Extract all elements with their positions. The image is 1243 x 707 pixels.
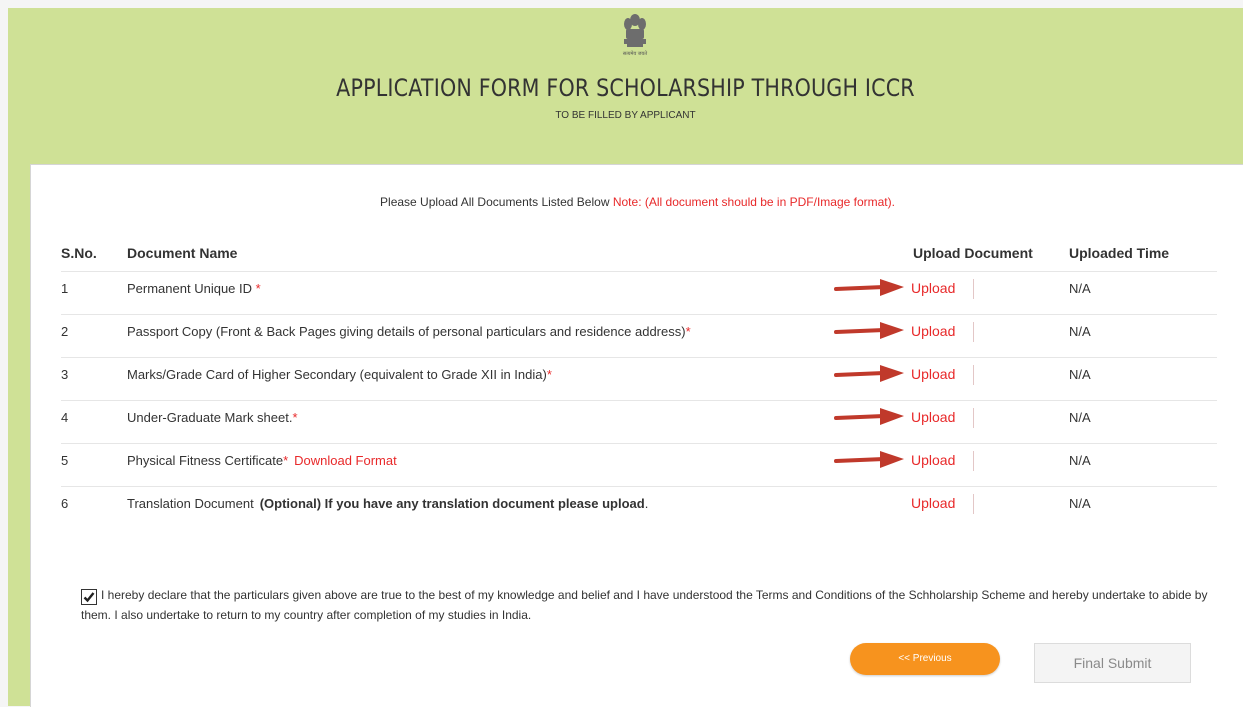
- upload-button[interactable]: Upload: [911, 280, 955, 296]
- upload-separator: [973, 365, 974, 385]
- download-format-link[interactable]: Download Format: [294, 453, 397, 468]
- arrow-right-icon: [834, 279, 904, 296]
- col-header-document-name: Document Name: [127, 245, 238, 261]
- required-marker: *: [283, 453, 289, 468]
- required-marker: *: [546, 367, 552, 382]
- arrow-right-icon: [834, 322, 904, 339]
- upload-button[interactable]: Upload: [911, 495, 955, 511]
- upload-separator: [973, 322, 974, 342]
- notice-note: Note: (All document should be in PDF/Ima…: [612, 195, 895, 209]
- upload-separator: [973, 451, 974, 471]
- row-divider: [61, 271, 1217, 272]
- svg-text:सत्यमेव जयते: सत्यमेव जयते: [623, 50, 647, 57]
- required-marker: *: [685, 324, 691, 339]
- row-uploaded-time: N/A: [1069, 453, 1091, 468]
- upload-separator: [973, 494, 974, 514]
- row-document-name: Permanent Unique ID *: [127, 281, 261, 296]
- declaration-text: I hereby declare that the particulars gi…: [81, 588, 1208, 622]
- row-sno: 4: [61, 410, 69, 425]
- row-uploaded-time: N/A: [1069, 324, 1091, 339]
- page-frame: सत्यमेव जयते APPLICATION FORM FOR SCHOLA…: [8, 8, 1243, 707]
- page-title: APPLICATION FORM FOR SCHOLARSHIP THROUGH…: [336, 74, 915, 102]
- row-uploaded-time: N/A: [1069, 367, 1091, 382]
- row-document-name: Physical Fitness Certificate* Download Fo…: [127, 453, 397, 468]
- national-emblem-icon: सत्यमेव जयते: [623, 14, 647, 57]
- row-document-name: Under-Graduate Mark sheet.*: [127, 410, 298, 425]
- notice-text: Please Upload All Documents Listed Below: [380, 195, 610, 209]
- row-document-name: Passport Copy (Front & Back Pages giving…: [127, 324, 691, 339]
- upload-button[interactable]: Upload: [911, 366, 955, 382]
- arrow-right-icon: [834, 451, 904, 468]
- row-divider: [61, 486, 1217, 487]
- row-divider: [61, 357, 1217, 358]
- document-name-text: Translation Document: [127, 496, 254, 511]
- form-header: सत्यमेव जयते APPLICATION FORM FOR SCHOLA…: [8, 8, 1243, 164]
- arrow-right-icon: [834, 365, 904, 382]
- final-submit-button[interactable]: Final Submit: [1034, 643, 1191, 683]
- required-marker: *: [252, 281, 261, 296]
- document-name-text: Passport Copy (Front & Back Pages giving…: [127, 324, 686, 339]
- upload-separator: [973, 408, 974, 428]
- upload-separator: [973, 279, 974, 299]
- upload-button[interactable]: Upload: [911, 452, 955, 468]
- row-document-name: Translation Document (Optional) If you ha…: [127, 496, 648, 511]
- period: .: [644, 496, 649, 511]
- page-subtitle: TO BE FILLED BY APPLICANT: [555, 110, 696, 121]
- row-document-name: Marks/Grade Card of Higher Secondary (eq…: [127, 367, 552, 382]
- row-divider: [61, 443, 1217, 444]
- upload-notice: Please Upload All Documents Listed Below…: [31, 195, 1243, 209]
- row-uploaded-time: N/A: [1069, 496, 1091, 511]
- upload-button[interactable]: Upload: [911, 323, 955, 339]
- document-name-text: Under-Graduate Mark sheet.: [127, 410, 293, 425]
- required-marker: *: [292, 410, 298, 425]
- row-divider: [61, 400, 1217, 401]
- col-header-upload-document: Upload Document: [913, 245, 1033, 261]
- documents-panel: Please Upload All Documents Listed Below…: [30, 164, 1243, 707]
- document-name-text: Physical Fitness Certificate: [127, 453, 284, 468]
- row-sno: 3: [61, 367, 69, 382]
- row-uploaded-time: N/A: [1069, 281, 1091, 296]
- arrow-right-icon: [834, 408, 904, 425]
- col-header-sno: S.No.: [61, 245, 97, 261]
- row-sno: 2: [61, 324, 69, 339]
- row-sno: 6: [61, 496, 69, 511]
- col-header-uploaded-time: Uploaded Time: [1069, 245, 1170, 261]
- previous-button[interactable]: << Previous: [850, 643, 1000, 675]
- row-sno: 5: [61, 453, 69, 468]
- document-name-text: Permanent Unique ID: [127, 281, 253, 296]
- upload-button[interactable]: Upload: [911, 409, 955, 425]
- row-divider: [61, 314, 1217, 315]
- row-uploaded-time: N/A: [1069, 410, 1091, 425]
- optional-note: (Optional) If you have any translation d…: [259, 496, 645, 511]
- row-sno: 1: [61, 281, 69, 296]
- document-name-text: Marks/Grade Card of Higher Secondary (eq…: [127, 367, 547, 382]
